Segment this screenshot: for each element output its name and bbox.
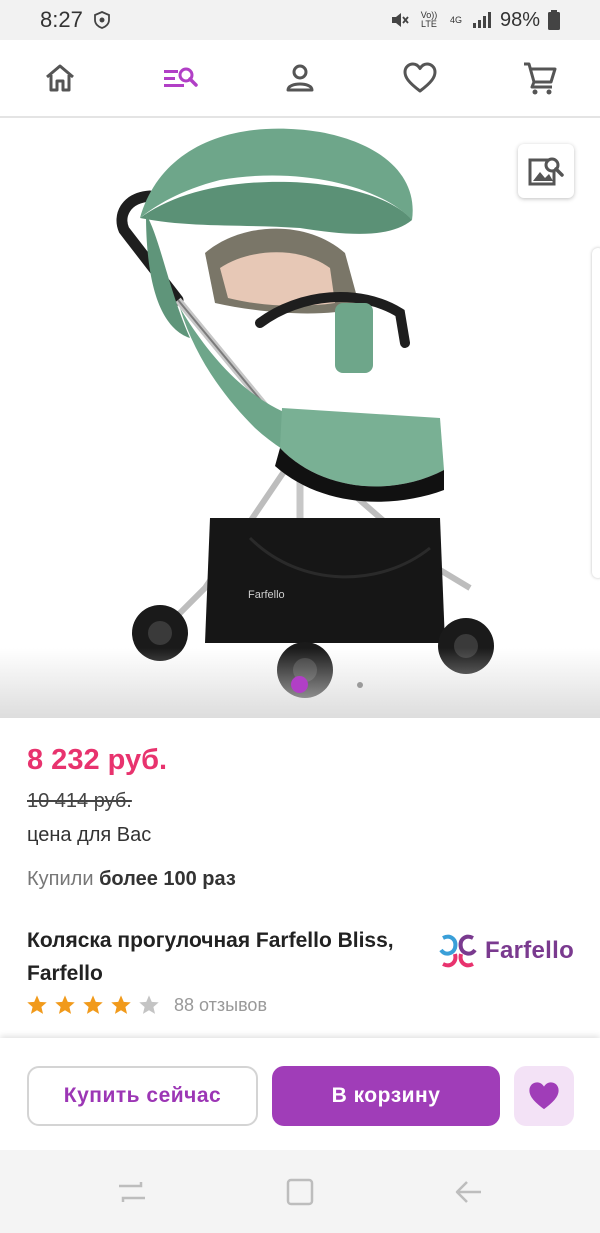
- network-label: 4G: [449, 14, 462, 25]
- brand-logo[interactable]: Farfello: [437, 930, 574, 972]
- home-icon: [46, 64, 74, 92]
- svg-text:Farfello: Farfello: [248, 589, 285, 601]
- nav-favorites[interactable]: [400, 58, 440, 98]
- back-arrow-icon: [455, 1181, 481, 1203]
- volte-label: Vo)) LTE: [420, 10, 438, 29]
- heart-filled-icon: [529, 1082, 559, 1110]
- product-price: 8 232 руб.: [27, 744, 168, 776]
- star-icon-empty: [139, 995, 159, 1014]
- battery-icon: [548, 10, 560, 30]
- action-bar: Купить сейчас В корзину: [0, 1038, 600, 1150]
- rating[interactable]: 88 отзывов: [26, 994, 267, 1016]
- buy-now-button[interactable]: Купить сейчас: [27, 1066, 258, 1126]
- signal-icon: [472, 12, 491, 28]
- add-to-favorites-button[interactable]: [514, 1066, 574, 1126]
- star-icon-filled: [27, 995, 47, 1014]
- heart-outline-icon: [403, 62, 437, 93]
- top-nav: [0, 40, 600, 118]
- star-icon-filled: [55, 995, 75, 1014]
- star-icon-filled: [83, 995, 103, 1014]
- home-square-icon: [286, 1178, 314, 1206]
- home-system-button[interactable]: [284, 1176, 316, 1208]
- product-gallery[interactable]: Farfello: [0, 118, 600, 718]
- nav-cart[interactable]: [520, 58, 560, 98]
- add-to-cart-button[interactable]: В корзину: [272, 1066, 500, 1126]
- profile-icon: [286, 64, 314, 92]
- mute-icon: [391, 13, 409, 27]
- brand-logo-icon: [439, 934, 477, 968]
- status-bar: 8:27 Vo)) LTE 4G 98%: [0, 0, 600, 40]
- catalog-search-icon: [164, 67, 198, 87]
- star-icon-filled: [111, 995, 131, 1014]
- status-indicators: Vo)) LTE 4G 98%: [390, 9, 560, 32]
- battery-level: 98%: [499, 8, 540, 31]
- nav-home[interactable]: [40, 58, 80, 98]
- gallery-dot[interactable]: [357, 682, 363, 688]
- status-time: 8:27: [40, 7, 83, 32]
- system-nav-bar: [0, 1150, 600, 1233]
- price-note: цена для Вас: [27, 824, 152, 846]
- recent-apps-icon: [119, 1182, 145, 1202]
- nav-profile[interactable]: [280, 58, 320, 98]
- product-title: Коляска прогулочная Farfello Bliss, Farf…: [27, 929, 394, 985]
- cart-icon: [524, 62, 557, 95]
- shield-icon: [93, 11, 110, 29]
- purchase-count-prefix: Купили: [27, 868, 94, 890]
- recent-apps-button[interactable]: [116, 1176, 148, 1208]
- next-image-peek[interactable]: [592, 248, 600, 578]
- back-button[interactable]: [452, 1176, 484, 1208]
- image-search-button[interactable]: [518, 144, 574, 198]
- purchase-count: Купили более 100 раз: [27, 868, 236, 891]
- reviews-count[interactable]: 88 отзывов: [174, 995, 267, 1016]
- image-search-icon: [528, 157, 564, 186]
- old-price: 10 414 руб.: [27, 790, 132, 812]
- product-image: Farfello: [116, 128, 494, 698]
- purchase-count-value: более 100 раз: [99, 868, 236, 890]
- brand-name: Farfello: [485, 937, 575, 964]
- gallery-dot-active[interactable]: [291, 676, 308, 693]
- nav-catalog[interactable]: [160, 58, 200, 98]
